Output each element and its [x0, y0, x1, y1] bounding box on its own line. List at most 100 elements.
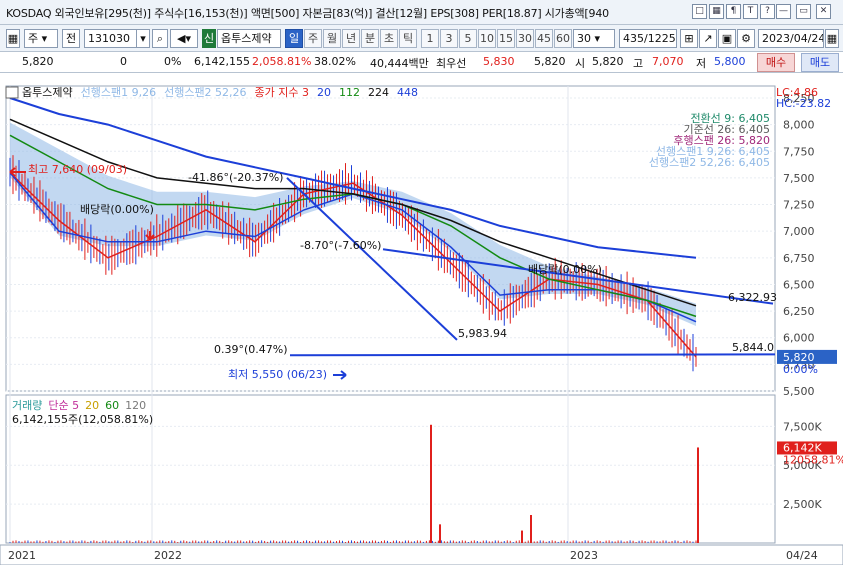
- open-label: 시: [575, 57, 586, 70]
- chart-annotation: 최저 5,550 (06/23): [228, 368, 327, 381]
- interval-button-1[interactable]: 3: [440, 29, 458, 48]
- quote-row: 5,820 0 0% 6,142,155 2,058.81% 38.02% 40…: [0, 52, 843, 73]
- window-icon[interactable]: □: [692, 4, 707, 19]
- volume-legend-item: 120: [125, 399, 146, 412]
- sell-button[interactable]: 매도: [801, 53, 839, 72]
- period-tab-3[interactable]: 년: [342, 29, 360, 48]
- price-tick-label: 6,000: [783, 332, 815, 345]
- price-legend-item: 옵투스제약: [22, 85, 73, 99]
- grid-menu-icon[interactable]: ▦: [6, 29, 20, 48]
- price-tick-label: 8,000: [783, 119, 815, 132]
- period-tab-1[interactable]: 주: [304, 29, 322, 48]
- open-price: 5,820: [592, 55, 624, 68]
- volume-legend-item: 60: [105, 399, 119, 412]
- date-label: 2023: [570, 549, 598, 562]
- period-tab-0[interactable]: 일: [285, 29, 303, 48]
- price-tick-label: 6,250: [783, 305, 815, 318]
- ichimoku-label: 선행스팬2 52,26: 6,405: [649, 156, 770, 169]
- stock-info-text: KOSDAQ 외국인보유[295(천)] 주식수[16,153(천)] 액면[5…: [6, 7, 609, 20]
- turnover-rate: 38.02%: [314, 55, 356, 68]
- restore-icon[interactable]: ▭: [796, 4, 811, 19]
- price-tick-label: 5,500: [783, 385, 815, 398]
- price-tick-label: 6,500: [783, 278, 815, 291]
- interval-button-0[interactable]: 1: [421, 29, 439, 48]
- save-icon[interactable]: ▣: [718, 29, 736, 48]
- low-label: 저: [696, 57, 707, 70]
- chart-annotation: 0.39°(0.47%): [214, 343, 288, 356]
- chart-annotation: -8.70°(-7.60%): [300, 239, 381, 252]
- interval-select[interactable]: 30 ▾: [573, 29, 615, 48]
- chart-toolbar: ▦ 주 ▾ 전 131030 ▾ ⌕ ◀▾ 신 옵투스제약 일주월년분초틱 13…: [0, 25, 843, 52]
- page-counter: 435/1225: [619, 29, 677, 48]
- stock-chart[interactable]: 5,5005,7506,0006,2506,5006,7507,0007,250…: [0, 73, 843, 565]
- best-ask: 5,830: [483, 55, 515, 68]
- indicator-settings-icon[interactable]: ⊞: [680, 29, 698, 48]
- close-icon[interactable]: ✕: [816, 4, 831, 19]
- price-legend-item: 선행스팬1 9,26: [81, 86, 156, 99]
- chart-type-select[interactable]: 주 ▾: [24, 29, 58, 48]
- page-total: /1225: [644, 32, 676, 45]
- high-price: 7,070: [652, 55, 684, 68]
- chart-annotation: 5,983.94: [458, 327, 507, 340]
- price-tick-label: 6,750: [783, 252, 815, 265]
- period-tab-5[interactable]: 초: [380, 29, 398, 48]
- trade-volume: 6,142,155: [194, 55, 250, 68]
- current-price: 5,820: [22, 55, 54, 68]
- price-tick-label: 7,750: [783, 145, 815, 158]
- date-label: 2022: [154, 549, 182, 562]
- gear-icon[interactable]: ⚙: [737, 29, 755, 48]
- chart-annotation: 배당락(0.00%): [528, 263, 602, 276]
- volume-tick-label: 2,500K: [783, 498, 822, 511]
- period-tab-6[interactable]: 틱: [399, 29, 417, 48]
- price-tag-pct: 0.00%: [783, 363, 818, 376]
- pin-icon[interactable]: ¶: [726, 4, 741, 19]
- code-dropdown-icon[interactable]: ▾: [136, 29, 150, 48]
- low-price: 5,800: [714, 55, 746, 68]
- volume-legend-item: 20: [85, 399, 99, 412]
- sound-icon[interactable]: ◀▾: [170, 29, 198, 48]
- price-legend-item: 선행스팬2 52,26: [164, 86, 246, 99]
- grid-icon[interactable]: ▦: [709, 4, 724, 19]
- volume-tick-label: 7,500K: [783, 420, 822, 433]
- date-label: 04/24: [786, 549, 818, 562]
- volume-legend-item: 거래량: [12, 399, 42, 412]
- chart-annotation: 배당락(0.00%): [80, 203, 154, 216]
- text-icon[interactable]: T: [743, 4, 758, 19]
- interval-select-value: 30: [577, 32, 591, 45]
- date-label: 2021: [8, 549, 36, 562]
- date-field[interactable]: 2023/04/24: [758, 29, 824, 48]
- chart-menu-icon: [5, 86, 19, 99]
- volume-ratio: 2,058.81%: [252, 55, 312, 68]
- draw-tool-icon[interactable]: ↗: [699, 29, 717, 48]
- interval-button-6[interactable]: 45: [535, 29, 553, 48]
- interval-button-5[interactable]: 30: [516, 29, 534, 48]
- chart-annotation: 6,322.93: [728, 291, 777, 304]
- interval-button-2[interactable]: 5: [459, 29, 477, 48]
- hc-value: HC:-23.82: [776, 97, 831, 110]
- period-tab-2[interactable]: 월: [323, 29, 341, 48]
- help-icon[interactable]: ?: [760, 4, 775, 19]
- stock-name-field: 옵투스제약: [217, 29, 281, 48]
- buy-button[interactable]: 매수: [757, 53, 795, 72]
- market-badge: 신: [202, 29, 216, 48]
- support-line: [289, 353, 776, 357]
- price-legend-item: 112: [339, 86, 360, 99]
- calendar-icon[interactable]: ▦: [825, 29, 839, 48]
- interval-button-3[interactable]: 10: [478, 29, 496, 48]
- price-change-pct: 0%: [164, 55, 182, 68]
- interval-button-7[interactable]: 60: [554, 29, 572, 48]
- period-tab-4[interactable]: 분: [361, 29, 379, 48]
- minimize-icon[interactable]: —: [776, 4, 791, 19]
- interval-button-4[interactable]: 15: [497, 29, 515, 48]
- date-axis: [0, 544, 843, 565]
- full-code-button[interactable]: 전: [62, 29, 80, 48]
- price-tick-label: 7,000: [783, 225, 815, 238]
- best-quote-label: 최우선: [436, 57, 467, 70]
- chart-annotation: 5,844.0: [732, 341, 774, 354]
- high-label: 고: [633, 57, 644, 70]
- search-icon[interactable]: ⌕: [152, 29, 168, 48]
- chart-annotation: -41.86°(-20.37%): [188, 171, 283, 184]
- price-tick-label: 7,250: [783, 199, 815, 212]
- best-bid: 5,820: [534, 55, 566, 68]
- price-legend-item: 448: [397, 86, 418, 99]
